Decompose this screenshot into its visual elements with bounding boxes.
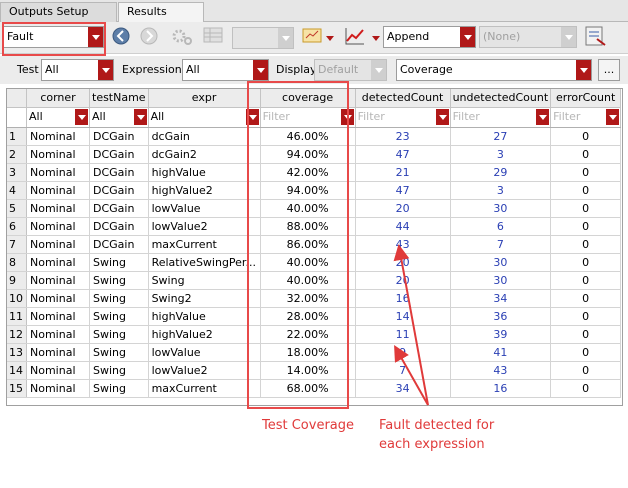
annotation-arrows <box>393 244 429 406</box>
fault-detected-annotation: Fault detected for each expression <box>379 416 494 454</box>
fault-detected-line-2: each expression <box>379 437 485 452</box>
fault-detected-line-1: Fault detected for <box>379 418 495 433</box>
test-coverage-annotation: Test Coverage <box>262 418 355 433</box>
